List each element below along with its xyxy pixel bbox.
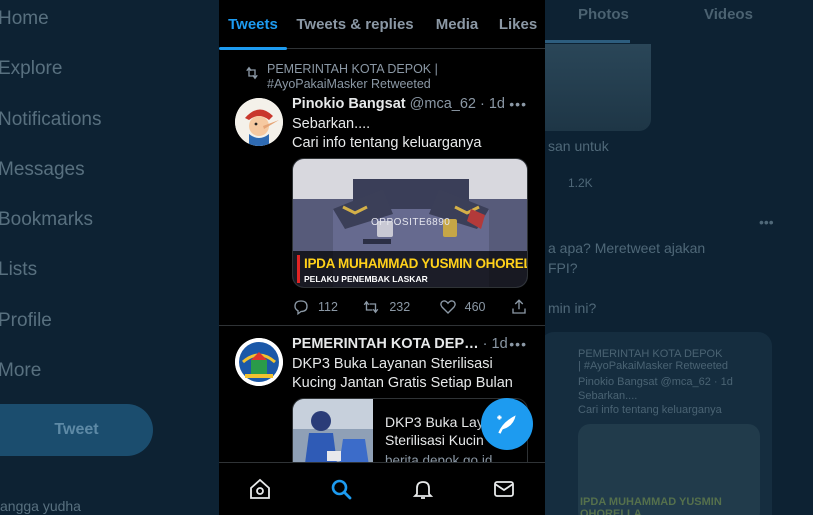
share-icon: [512, 299, 526, 314]
link-domain: berita.depok.go.id: [385, 453, 493, 462]
bg-text-2: a apa? Meretweet ajakan: [548, 240, 706, 256]
compose-tweet-button[interactable]: [481, 398, 533, 450]
bg-tweet-button: Tweet: [0, 404, 153, 456]
nav-notifications-button[interactable]: [403, 469, 443, 509]
retweet-icon: [364, 300, 379, 314]
search-icon: [331, 479, 352, 500]
author-name[interactable]: Pinokio Bangsat: [292, 96, 406, 112]
author-name[interactable]: PEMERINTAH KOTA DEP…: [292, 336, 479, 352]
retweet-count: 232: [389, 300, 411, 314]
image-caption-band: IPDA MUHAMMAD YUSMIN OHORELLA PELAKU PEN…: [293, 251, 528, 287]
link-title-line: DKP3 Buka Laya: [385, 414, 492, 430]
bg-nav-messages: Messages: [0, 159, 85, 180]
reply-icon: [294, 300, 308, 316]
tweet-text: DKP3 Buka Layanan Sterilisasi Kucing Jan…: [292, 355, 513, 393]
notifications-icon: [412, 481, 433, 499]
bg-nav-notifications: Notifications: [0, 109, 102, 130]
avatar[interactable]: [235, 338, 283, 386]
share-button[interactable]: [510, 298, 528, 316]
more-icon[interactable]: •••: [509, 96, 527, 112]
bottom-navigation: [219, 462, 545, 515]
tab-likes[interactable]: Likes: [491, 0, 545, 49]
retweet-icon: [246, 66, 258, 80]
tab-tweets-replies[interactable]: Tweets & replies: [287, 0, 423, 49]
tweet-header: PEMERINTAH KOTA DEP… · 1d: [292, 336, 508, 352]
retweet-context-text[interactable]: PEMERINTAH KOTA DEPOK | #AyoPakaiMasker …: [267, 62, 438, 91]
tweet-text-line: Cari info tentang keluarganya: [292, 135, 482, 151]
link-title-line: Sterilisasi Kucin: [385, 432, 484, 448]
bg-text-3: FPI?: [548, 260, 578, 276]
bg-card-author: Pinokio Bangsat @mca_62 · 1d: [578, 376, 733, 388]
bg-nav-bookmarks: Bookmarks: [0, 209, 94, 230]
tweet-text: Sebarkan.... Cari info tentang keluargan…: [292, 115, 481, 153]
bg-card-text-1: Sebarkan....: [578, 390, 638, 402]
bg-card-retweet: PEMERINTAH KOTA DEPOK | #AyoPakaiMasker …: [578, 348, 729, 372]
author-handle[interactable]: @mca_62 · 1d: [410, 96, 505, 112]
like-count: 460: [464, 300, 486, 314]
tweet-image[interactable]: OPPOSITE6890 IPDA MUHAMMAD YUSMIN OHOREL…: [292, 158, 528, 288]
messages-icon: [494, 481, 515, 497]
bg-nav-explore: Explore: [0, 58, 63, 79]
nav-search-button[interactable]: [321, 469, 361, 509]
reply-count: 112: [318, 300, 338, 314]
tweet-time[interactable]: · 1d: [483, 336, 508, 352]
image-caption-subtitle: PELAKU PENEMBAK LASKAR: [304, 274, 428, 284]
tweet-text-line: DKP3 Buka Layanan Sterilisasi: [292, 356, 493, 372]
bg-tab-underline: [545, 40, 630, 43]
bg-like-count: 1.2K: [568, 176, 593, 190]
nav-home-button[interactable]: [240, 469, 280, 509]
profile-tabs: Tweets Tweets & replies Media Likes: [219, 0, 545, 50]
pinocchio-avatar-icon: [235, 98, 283, 146]
bg-user-name: angga yudha: [0, 498, 81, 514]
bg-nav-lists: Lists: [0, 259, 38, 280]
bg-more-icon: •••: [759, 214, 774, 230]
tweet-item[interactable]: PEMERINTAH KOTA DEPOK | #AyoPakaiMasker …: [219, 50, 545, 325]
link-card-title: DKP3 Buka Laya Sterilisasi Kucin: [385, 413, 492, 449]
bg-nav-home: Home: [0, 8, 49, 29]
tweet-text-line: Sebarkan....: [292, 116, 371, 132]
caption-accent: [297, 255, 300, 283]
compose-icon: [497, 415, 516, 434]
depok-emblem-icon: [235, 338, 283, 386]
home-icon: [249, 478, 270, 499]
bg-text-4: min ini?: [548, 300, 597, 316]
like-button[interactable]: 460: [439, 298, 510, 316]
link-card-thumbnail: [293, 399, 373, 462]
profile-panel: Tweets Tweets & replies Media Likes PEME…: [219, 0, 545, 515]
bg-tab-videos: Videos: [704, 6, 753, 23]
bg-tab-photos: Photos: [578, 6, 629, 23]
reply-button[interactable]: 112: [292, 298, 361, 316]
bg-image: [545, 44, 651, 131]
tab-media[interactable]: Media: [423, 0, 491, 49]
retweet-context: PEMERINTAH KOTA DEPOK | #AyoPakaiMasker …: [246, 62, 537, 92]
tweet-header: Pinokio Bangsat @mca_62 · 1d: [292, 96, 505, 112]
bg-card-text-2: Cari info tentang keluarganya: [578, 404, 722, 416]
more-icon[interactable]: •••: [509, 336, 527, 352]
bg-nav-profile: Profile: [0, 310, 52, 331]
tweet-text-line: Kucing Jantan Gratis Setiap Bulan: [292, 375, 513, 391]
retweet-button[interactable]: 232: [361, 298, 438, 316]
bg-card-banner: IPDA MUHAMMAD YUSMIN OHORELLA: [580, 496, 722, 515]
bg-text-1: san untuk: [548, 138, 609, 154]
image-caption-title: IPDA MUHAMMAD YUSMIN OHORELLA: [304, 256, 528, 271]
like-icon: [439, 300, 456, 314]
nav-messages-button[interactable]: [484, 469, 524, 509]
tweet-actions: 112 232 460: [292, 298, 528, 316]
bg-nav-more: More: [0, 360, 42, 381]
tab-tweets[interactable]: Tweets: [219, 0, 287, 50]
avatar[interactable]: [235, 98, 283, 146]
image-watermark: OPPOSITE6890: [371, 217, 451, 228]
